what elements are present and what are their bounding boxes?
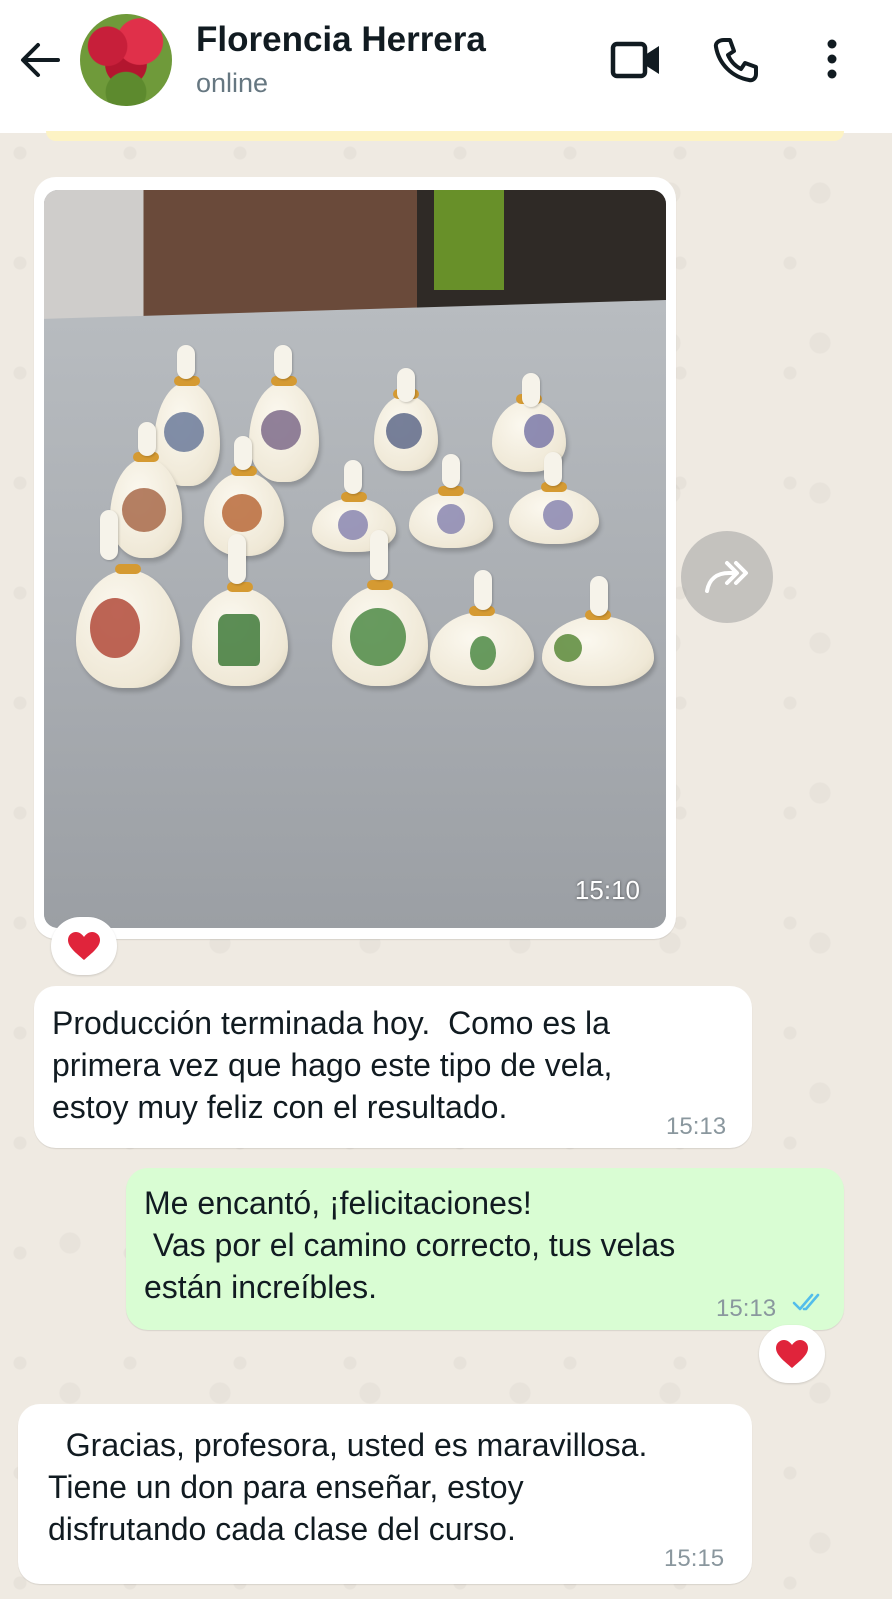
snowman-topper (370, 530, 388, 580)
outgoing-message-reaction[interactable] (759, 1325, 825, 1383)
candle-topper (234, 436, 252, 470)
more-options-icon[interactable] (822, 36, 842, 84)
image-message-reaction[interactable] (51, 917, 117, 975)
contact-name[interactable]: Florencia Herrera (196, 20, 486, 60)
candle-topper (544, 452, 562, 486)
back-arrow-icon[interactable] (18, 38, 62, 82)
heart-icon (776, 1340, 808, 1368)
incoming-message-bubble[interactable]: Producción terminada hoy. Como es la pri… (34, 986, 752, 1148)
contact-status: online (196, 68, 269, 98)
snowman-topper (228, 534, 246, 584)
candle-topper (522, 373, 540, 407)
message-time: 15:13 (716, 1295, 777, 1322)
snowman-topper (590, 576, 608, 616)
message-text: Me encantó, ¡felicitaciones! Vas por el … (144, 1185, 676, 1305)
chat-header: Florencia Herrera online (0, 0, 892, 133)
candles-photo[interactable]: 15:10 (44, 190, 666, 928)
snowman-topper (474, 570, 492, 610)
candle-topper (344, 460, 362, 494)
incoming-message-bubble[interactable]: Gracias, profesora, usted es maravillosa… (18, 1404, 752, 1584)
pinned-message-strip (46, 131, 844, 141)
image-message-time: 15:10 (574, 875, 640, 905)
candle-topper (442, 454, 460, 488)
message-text: Producción terminada hoy. Como es la pri… (52, 1005, 613, 1125)
message-text: Gracias, profesora, usted es maravillosa… (48, 1427, 648, 1547)
forward-icon (705, 561, 748, 593)
photo-green-bag (434, 190, 504, 290)
candle-topper (397, 368, 415, 402)
snowman-topper (100, 510, 118, 560)
candle-topper (274, 345, 292, 379)
outgoing-message-bubble[interactable]: Me encantó, ¡felicitaciones! Vas por el … (126, 1168, 844, 1330)
candle-topper (138, 422, 156, 456)
message-time: 15:15 (664, 1545, 725, 1572)
phone-icon[interactable] (712, 36, 760, 84)
image-message-bubble[interactable]: 15:10 (34, 177, 676, 939)
candle-topper (177, 345, 195, 379)
heart-icon (68, 932, 100, 960)
contact-avatar[interactable] (80, 14, 172, 106)
photo-background-wall (44, 190, 666, 320)
double-check-icon (792, 1293, 820, 1311)
message-time: 15:13 (666, 1113, 727, 1140)
video-call-icon[interactable] (610, 38, 662, 82)
forward-button[interactable] (681, 531, 773, 623)
